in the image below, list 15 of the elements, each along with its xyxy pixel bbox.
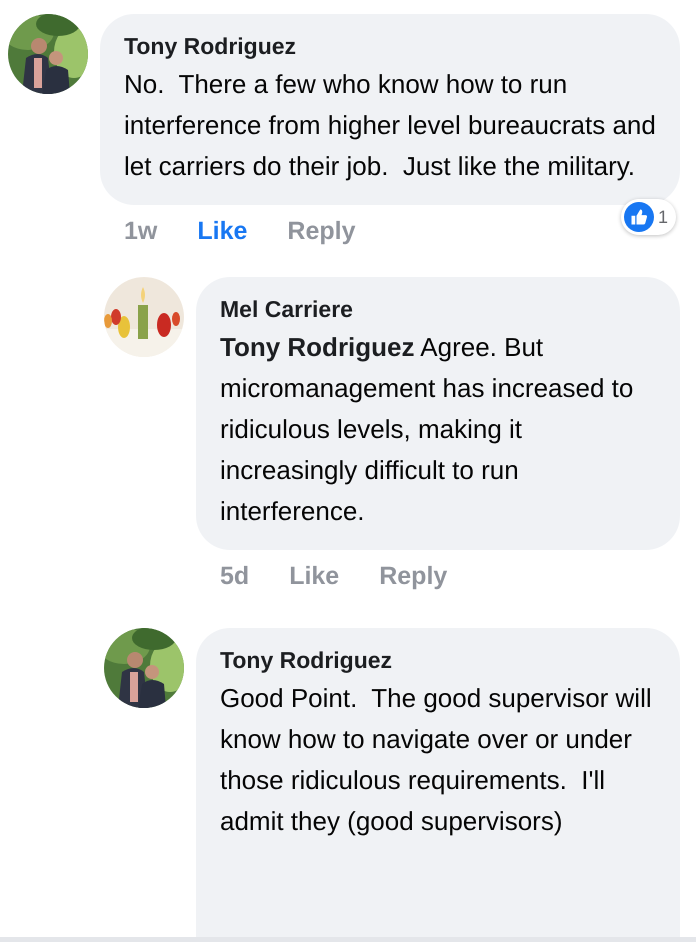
reaction-count: 1 [658,206,668,228]
comment-text: Good Point. The good supervisor will know how to navigate over or under those ridiculous requirements. I'll admit they (good supervisors) [220,682,653,838]
comment-time: 1w [124,216,158,247]
comment-time: 5d [220,561,250,592]
reply-link[interactable]: Reply [287,211,356,251]
reply-link[interactable]: Reply [379,556,448,596]
comment-text: Tony Rodriguez Agree. But micromanagement has increased to ridiculous levels, making it increasingly difficult to run interference. [220,331,634,528]
author-name[interactable]: Tony Rodriguez [220,642,392,678]
reaction-badge[interactable]: 1 [620,199,676,235]
thumbs-up-icon [624,202,654,232]
author-name[interactable]: Mel Carriere [220,291,353,327]
author-name[interactable]: Tony Rodriguez [124,28,296,64]
like-link[interactable]: Like [197,211,248,251]
comment-text: No. There a few who know how to run interference from higher level bureaucrats and let carriers do their job. Just like the military. [124,68,657,183]
like-link[interactable]: Like [289,556,340,596]
